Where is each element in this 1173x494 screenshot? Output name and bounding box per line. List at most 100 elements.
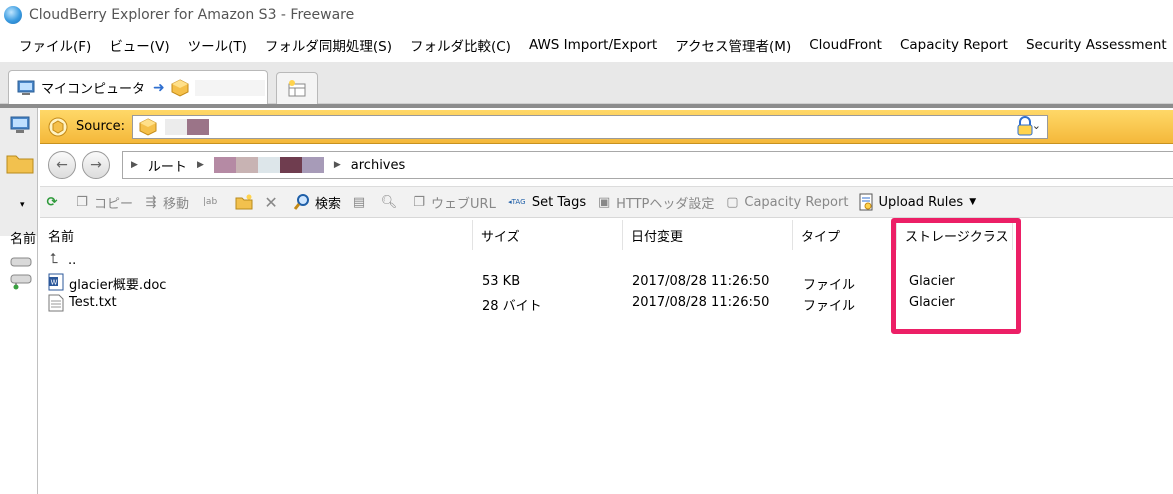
copy-label: コピー <box>94 196 134 212</box>
crumb-root[interactable]: ルート <box>148 156 187 175</box>
parent-folder-icon: ⮤ <box>50 251 59 267</box>
file-toolbar: ⟳ ❐ コピー ⇶ 移動 |ab ✕ 検索 ▤ 🔍︎ ❐ ウェブURL ◂TAG <box>40 186 1173 218</box>
properties-icon: ▤ <box>352 194 366 210</box>
crumb-separator-icon: ▶ <box>196 160 204 170</box>
menu-capacity-report[interactable]: Capacity Report <box>891 37 1017 53</box>
tab-label: マイコンピュータ <box>41 82 146 97</box>
preview-button[interactable]: 🔍︎ <box>381 194 401 210</box>
http-headers-icon: ▣ <box>597 194 611 210</box>
arrow-left-icon: ← <box>56 157 68 173</box>
column-header-name[interactable]: 名前 <box>40 220 473 250</box>
redacted-source-name <box>165 119 187 135</box>
tag-icon: ◂TAG <box>508 198 526 206</box>
column-header-modified[interactable]: 日付変更 <box>623 220 793 250</box>
crumb-archives[interactable]: archives <box>351 158 406 173</box>
file-type: ファイル <box>803 278 856 293</box>
computer-icon[interactable] <box>10 116 30 134</box>
move-button[interactable]: ⇶ 移動 <box>143 193 189 212</box>
tab-my-computer[interactable]: マイコンピュータ ➜ <box>8 70 268 104</box>
http-headers-label: HTTPヘッダ設定 <box>616 196 715 212</box>
rename-button[interactable]: |ab <box>199 194 225 210</box>
new-folder-button[interactable] <box>235 194 253 210</box>
left-pane: ▾ 名前 <box>0 108 38 494</box>
arrow-right-icon: → <box>90 157 102 173</box>
text-file-icon <box>48 294 64 312</box>
file-size: 28 バイト <box>482 299 542 314</box>
file-size: 53 KB <box>482 274 521 289</box>
web-url-label: ウェブURL <box>431 196 496 212</box>
computer-icon <box>17 80 35 95</box>
menu-aws-import-export[interactable]: AWS Import/Export <box>520 37 666 53</box>
file-modified: 2017/08/28 11:26:50 <box>632 274 770 289</box>
folder-icon[interactable] <box>6 152 34 174</box>
redacted-bucket-name <box>194 79 265 96</box>
storage-class-highlight <box>891 218 1021 334</box>
menu-bar: ファイル(F) ビュー(V) ツール(T) フォルダ同期処理(S) フォルダ比較… <box>0 30 1173 60</box>
bucket-icon <box>171 78 189 97</box>
back-button[interactable]: ← <box>48 151 76 179</box>
file-modified: 2017/08/28 11:26:50 <box>632 295 770 310</box>
network-drive-icon[interactable] <box>10 274 32 290</box>
new-tab-button[interactable] <box>276 72 318 104</box>
upload-rules-button[interactable]: Upload Rules ▼ <box>858 193 976 211</box>
crumb-separator-icon: ▶ <box>333 160 341 170</box>
source-label: Source: <box>76 119 126 134</box>
word-document-icon: W <box>48 273 64 291</box>
http-headers-button[interactable]: ▣ HTTPヘッダ設定 <box>596 193 714 212</box>
menu-access-manager[interactable]: アクセス管理者(M) <box>666 35 800 55</box>
copy-icon: ❐ <box>76 194 88 210</box>
lock-icon[interactable] <box>1016 116 1034 136</box>
file-name: glacier概要.doc <box>69 278 167 293</box>
left-pane-name-header[interactable]: 名前 <box>10 228 36 247</box>
dropdown-caret-icon: ▼ <box>969 197 977 207</box>
web-url-button[interactable]: ❐ ウェブURL <box>411 193 496 212</box>
svg-text:W: W <box>51 279 58 287</box>
preview-icon: 🔍︎ <box>380 194 398 210</box>
upload-rules-label: Upload Rules <box>878 194 964 210</box>
delete-button[interactable]: ✕ <box>263 193 283 212</box>
crumb-separator-icon: ▶ <box>131 160 138 170</box>
bucket-icon <box>139 118 157 136</box>
parent-folder-label: .. <box>68 253 77 268</box>
set-tags-button[interactable]: ◂TAG Set Tags <box>506 194 586 210</box>
column-header-type[interactable]: タイプ <box>793 220 897 250</box>
title-bar: CloudBerry Explorer for Amazon S3 - Free… <box>0 0 1173 30</box>
file-name: Test.txt <box>69 295 117 310</box>
cloudberry-app-icon <box>4 6 22 24</box>
column-header-size[interactable]: サイズ <box>473 220 623 250</box>
tab-strip: マイコンピュータ ➜ <box>0 62 1173 104</box>
rename-icon: |ab <box>202 197 218 207</box>
breadcrumb[interactable]: ▶ ルート ▶ ▶ archives <box>122 151 1173 179</box>
search-button[interactable]: 検索 <box>293 193 341 212</box>
source-dropdown[interactable]: ⌄ <box>132 115 1048 139</box>
source-bar: Source: ⌄ <box>40 110 1173 144</box>
pane-divider <box>0 104 1173 108</box>
refresh-icon: ⟳ <box>46 194 58 210</box>
menu-tools[interactable]: ツール(T) <box>179 35 256 55</box>
refresh-button[interactable]: ⟳ <box>44 194 64 210</box>
redacted-source-name <box>187 119 209 135</box>
capacity-report-button[interactable]: ▢ Capacity Report <box>724 194 848 210</box>
menu-file[interactable]: ファイル(F) <box>10 35 100 55</box>
copy-button[interactable]: ❐ コピー <box>74 193 133 212</box>
file-type: ファイル <box>803 299 856 314</box>
capacity-report-label: Capacity Report <box>744 194 849 210</box>
menu-folder-sync[interactable]: フォルダ同期処理(S) <box>256 35 401 55</box>
chevron-down-icon[interactable]: ▾ <box>20 200 25 210</box>
redacted-crumb[interactable] <box>213 157 324 173</box>
menu-folder-compare[interactable]: フォルダ比較(C) <box>401 35 520 55</box>
move-icon: ⇶ <box>145 194 157 210</box>
menu-security-assessment[interactable]: Security Assessment <box>1017 37 1173 53</box>
new-folder-icon <box>235 194 253 210</box>
menu-cloudfront[interactable]: CloudFront <box>800 37 891 53</box>
upload-rules-icon <box>859 193 873 211</box>
capacity-report-icon: ▢ <box>726 194 739 210</box>
search-icon <box>293 194 310 210</box>
window-title: CloudBerry Explorer for Amazon S3 - Free… <box>29 7 355 23</box>
navigation-bar: ← → ▶ ルート ▶ ▶ archives <box>40 146 1173 184</box>
menu-view[interactable]: ビュー(V) <box>100 35 178 55</box>
properties-button[interactable]: ▤ <box>351 194 371 210</box>
drive-icon[interactable] <box>10 256 32 268</box>
new-tab-icon <box>288 79 306 96</box>
forward-button[interactable]: → <box>82 151 110 179</box>
